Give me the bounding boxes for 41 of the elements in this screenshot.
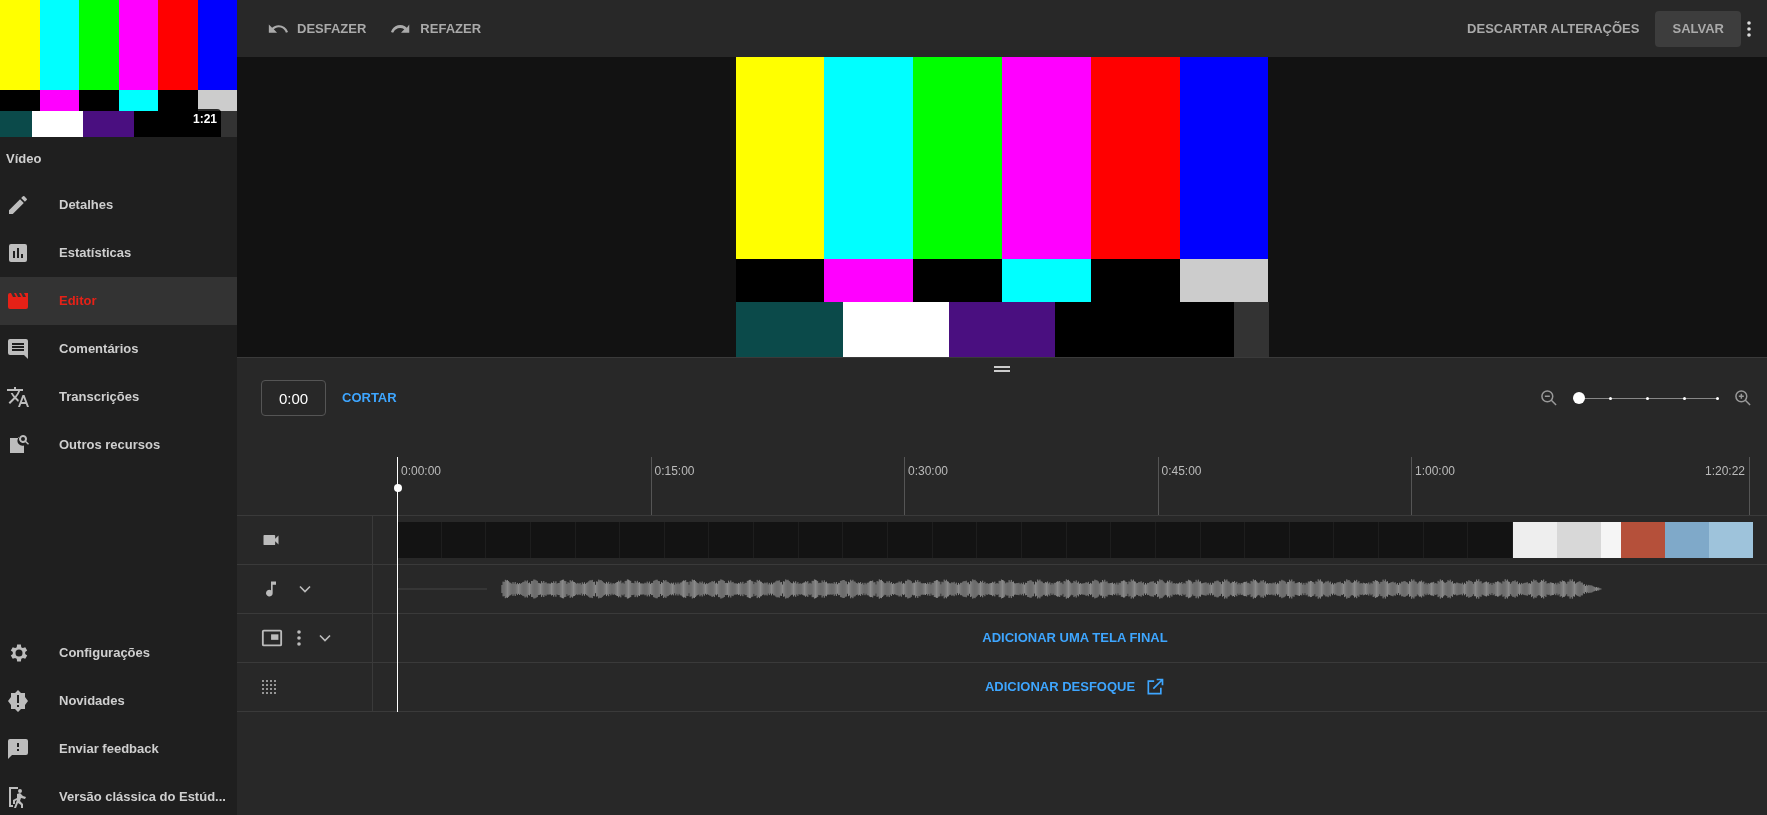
sidebar-item[interactable]: Transcrições bbox=[0, 373, 237, 421]
pencil-icon bbox=[6, 193, 30, 217]
add-blur-button[interactable]: ADICIONAR DESFOQUE bbox=[984, 677, 1166, 697]
sidebar-item[interactable]: Versão clássica do Estúd... bbox=[0, 773, 237, 815]
external-link-icon bbox=[1145, 677, 1166, 697]
slider-thumb[interactable] bbox=[1573, 392, 1585, 404]
discard-changes-button[interactable]: DESCARTAR ALTERAÇÕES bbox=[1467, 18, 1640, 39]
sidebar-item[interactable]: Outros recursos bbox=[0, 421, 237, 469]
undo-button[interactable]: DESFAZER bbox=[267, 17, 367, 40]
sidebar-item[interactable]: Enviar feedback bbox=[0, 725, 237, 773]
add-end-screen-button[interactable]: ADICIONAR UMA TELA FINAL bbox=[982, 628, 1168, 648]
blur-icon bbox=[261, 679, 277, 695]
time-label: 0:45:00 bbox=[1161, 463, 1202, 480]
sidebar-item[interactable]: Comentários bbox=[0, 325, 237, 373]
time-label: 0:00:00 bbox=[401, 463, 442, 480]
trim-button[interactable]: CORTAR bbox=[342, 388, 397, 408]
sidebar-item[interactable]: Detalhes bbox=[0, 181, 237, 229]
zoom-out-icon[interactable] bbox=[1539, 388, 1559, 408]
more-options-icon[interactable] bbox=[297, 630, 301, 646]
zoom-in-icon[interactable] bbox=[1733, 388, 1753, 408]
alert-icon bbox=[6, 689, 30, 713]
section-title: Vídeo bbox=[5, 150, 43, 169]
time-label: 1:00:00 bbox=[1415, 463, 1456, 480]
translate-icon bbox=[6, 385, 30, 409]
end-screen-icon bbox=[261, 627, 283, 649]
save-button[interactable]: SALVAR bbox=[1655, 10, 1741, 47]
video-thumbnail-drawing[interactable] bbox=[0, 0, 237, 137]
comment-icon bbox=[6, 337, 30, 361]
time-label: 1:20:22 bbox=[1704, 463, 1745, 480]
time-label: 0:30:00 bbox=[908, 463, 949, 480]
time-label: 0:15:00 bbox=[654, 463, 695, 480]
more-options-icon[interactable] bbox=[1747, 20, 1751, 37]
zoom-slider[interactable] bbox=[1573, 391, 1719, 405]
drag-handle-icon[interactable] bbox=[994, 365, 1010, 372]
sidebar-item[interactable]: Novidades bbox=[0, 677, 237, 725]
sidebar-item[interactable]: Configurações bbox=[0, 629, 237, 677]
timecode-field[interactable]: 0:00 bbox=[261, 380, 326, 416]
redo-button[interactable]: REFAZER bbox=[390, 17, 481, 40]
sidebar-item[interactable]: Estatísticas bbox=[0, 229, 237, 277]
feedback-icon bbox=[6, 737, 30, 761]
bar-chart-icon bbox=[6, 241, 30, 265]
